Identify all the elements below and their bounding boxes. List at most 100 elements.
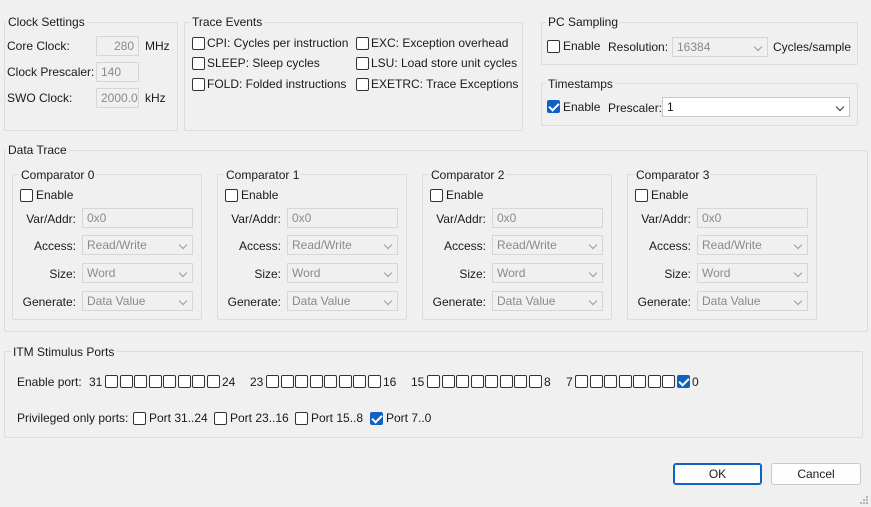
access-label: Access: xyxy=(443,239,486,253)
stimulus-port-checkbox[interactable] xyxy=(647,375,661,388)
comparator-enable-checkbox[interactable] xyxy=(225,189,238,202)
pc-sampling-enable-checkbox[interactable] xyxy=(547,40,560,53)
trace-event-label: SLEEP: Sleep cycles xyxy=(207,56,320,70)
privileged-port-checkbox[interactable] xyxy=(214,412,227,425)
size-select[interactable]: Word xyxy=(492,263,603,283)
stimulus-port-checkbox[interactable] xyxy=(499,375,513,388)
chevron-down-icon xyxy=(588,296,598,306)
stimulus-port-checkbox[interactable] xyxy=(528,375,542,388)
stimulus-port-checkbox[interactable] xyxy=(514,375,527,388)
trace-event-checkbox[interactable] xyxy=(192,78,205,91)
var-addr-field[interactable]: 0x0 xyxy=(492,208,603,228)
stimulus-port-checkbox[interactable] xyxy=(367,375,381,388)
trace-event-checkbox[interactable] xyxy=(192,37,205,50)
access-select[interactable]: Read/Write xyxy=(287,235,398,255)
stimulus-port-checkbox[interactable] xyxy=(485,375,498,388)
var-addr-label: Var/Addr: xyxy=(641,212,691,226)
size-label: Size: xyxy=(459,267,486,281)
access-select-value: Read/Write xyxy=(292,238,352,252)
trace-event-checkbox[interactable] xyxy=(356,78,369,91)
stimulus-port-checkbox[interactable] xyxy=(338,375,352,388)
generate-label: Generate: xyxy=(637,295,691,309)
var-addr-label: Var/Addr: xyxy=(231,212,281,226)
stimulus-port-checkbox[interactable] xyxy=(470,375,484,388)
access-select[interactable]: Read/Write xyxy=(82,235,193,255)
access-select[interactable]: Read/Write xyxy=(492,235,603,255)
swo-clock-label: SWO Clock: xyxy=(7,91,73,105)
privileged-port-checkbox[interactable] xyxy=(370,412,383,425)
stimulus-port-checkbox[interactable] xyxy=(119,375,133,388)
stimulus-port-checkbox[interactable] xyxy=(633,375,646,388)
generate-select[interactable]: Data Value xyxy=(287,291,398,311)
comparator-enable-checkbox[interactable] xyxy=(635,189,648,202)
size-label: Size: xyxy=(254,267,281,281)
stimulus-port-checkbox[interactable] xyxy=(353,375,366,388)
trace-event-label: EXC: Exception overhead xyxy=(371,36,509,50)
stimulus-port-checkbox[interactable] xyxy=(324,375,337,388)
chevron-down-icon xyxy=(793,240,803,250)
stimulus-port-checkbox[interactable] xyxy=(604,375,617,388)
stimulus-port-checkbox[interactable] xyxy=(618,375,632,388)
clock-settings-title: Clock Settings xyxy=(6,15,87,29)
cancel-button[interactable]: Cancel xyxy=(771,463,861,485)
size-select-value: Word xyxy=(497,266,526,280)
resolution-select[interactable]: 16384 xyxy=(672,37,768,57)
timestamps-title: Timestamps xyxy=(546,77,615,91)
stimulus-port-checkbox[interactable] xyxy=(266,375,279,388)
stimulus-port-checkbox[interactable] xyxy=(662,375,675,388)
generate-select[interactable]: Data Value xyxy=(697,291,808,311)
stimulus-port-checkbox[interactable] xyxy=(589,375,603,388)
swo-clock-field[interactable]: 2000.0 xyxy=(96,88,139,108)
var-addr-label: Var/Addr: xyxy=(436,212,486,226)
ok-button[interactable]: OK xyxy=(673,463,762,485)
stimulus-port-checkbox[interactable] xyxy=(105,375,118,388)
stimulus-port-checkbox[interactable] xyxy=(134,375,147,388)
trace-event-checkbox[interactable] xyxy=(356,37,369,50)
core-clock-field[interactable]: 280 xyxy=(96,36,139,56)
stimulus-port-checkbox[interactable] xyxy=(295,375,308,388)
comparator-title: Comparator 1 xyxy=(224,168,302,182)
stimulus-port-checkbox[interactable] xyxy=(575,375,588,388)
comparator-enable-checkbox[interactable] xyxy=(20,189,33,202)
access-label: Access: xyxy=(33,239,76,253)
var-addr-field[interactable]: 0x0 xyxy=(697,208,808,228)
size-select[interactable]: Word xyxy=(82,263,193,283)
privileged-ports-label: Privileged only ports: xyxy=(17,411,129,425)
stimulus-port-checkbox[interactable] xyxy=(177,375,191,388)
privileged-port-checkbox[interactable] xyxy=(133,412,146,425)
stimulus-port-checkbox[interactable] xyxy=(280,375,294,388)
trace-event-checkbox[interactable] xyxy=(192,57,205,70)
trace-event-checkbox[interactable] xyxy=(356,57,369,70)
stimulus-port-checkbox[interactable] xyxy=(206,375,220,388)
comparator-enable-label: Enable xyxy=(651,188,689,202)
generate-select-value: Data Value xyxy=(87,294,146,308)
access-select[interactable]: Read/Write xyxy=(697,235,808,255)
stimulus-port-checkbox[interactable] xyxy=(427,375,440,388)
timestamps-enable-checkbox[interactable] xyxy=(547,100,560,113)
var-addr-field[interactable]: 0x0 xyxy=(82,208,193,228)
comparator-enable-checkbox[interactable] xyxy=(430,189,443,202)
generate-select[interactable]: Data Value xyxy=(492,291,603,311)
stimulus-port-checkbox[interactable] xyxy=(441,375,455,388)
stimulus-port-checkbox[interactable] xyxy=(456,375,469,388)
privileged-port-checkbox[interactable] xyxy=(295,412,308,425)
generate-label: Generate: xyxy=(227,295,281,309)
stimulus-port-checkbox[interactable] xyxy=(148,375,162,388)
stimulus-port-checkbox[interactable] xyxy=(676,375,690,388)
stimulus-port-checkbox[interactable] xyxy=(163,375,176,388)
timestamps-enable-label: Enable xyxy=(563,100,601,114)
size-label: Size: xyxy=(664,267,691,281)
comparator-title: Comparator 3 xyxy=(634,168,712,182)
resize-grip-icon[interactable] xyxy=(859,495,869,505)
clock-prescaler-field[interactable]: 140 xyxy=(96,62,139,82)
stimulus-port-checkbox[interactable] xyxy=(309,375,323,388)
chevron-down-icon xyxy=(383,268,393,278)
size-select[interactable]: Word xyxy=(287,263,398,283)
ts-prescaler-select[interactable]: 1 xyxy=(662,97,850,117)
chevron-down-icon xyxy=(588,268,598,278)
generate-select[interactable]: Data Value xyxy=(82,291,193,311)
chevron-down-icon xyxy=(178,296,188,306)
stimulus-port-checkbox[interactable] xyxy=(192,375,205,388)
var-addr-field[interactable]: 0x0 xyxy=(287,208,398,228)
size-select[interactable]: Word xyxy=(697,263,808,283)
